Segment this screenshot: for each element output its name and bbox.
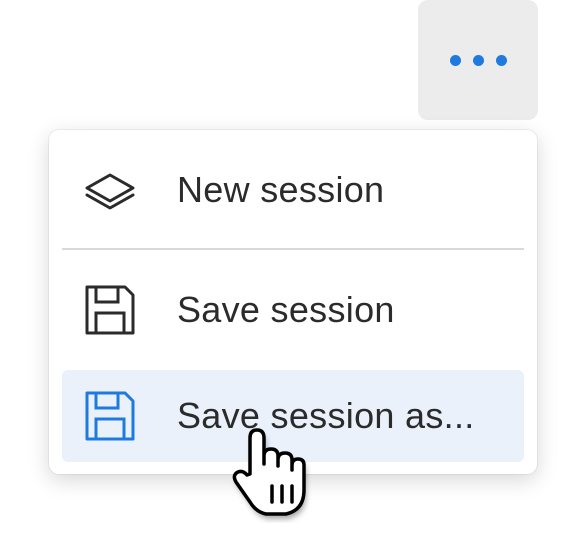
more-dot — [449, 54, 461, 66]
more-dot — [495, 54, 507, 66]
session-menu: New session Save session Save session as… — [49, 130, 537, 474]
stage: New session Save session Save session as… — [0, 0, 586, 540]
more-dot — [472, 54, 484, 66]
pointer-hand-cursor-icon — [222, 428, 317, 523]
menu-item-save-session[interactable]: Save session — [62, 264, 524, 356]
menu-item-new-session[interactable]: New session — [62, 144, 524, 236]
layers-icon — [83, 163, 137, 217]
menu-item-label: Save session — [177, 289, 395, 330]
floppy-disk-icon — [83, 389, 137, 443]
menu-divider — [62, 248, 524, 250]
menu-item-label: New session — [177, 169, 385, 210]
floppy-disk-icon — [83, 283, 137, 337]
more-options-button[interactable] — [418, 0, 538, 120]
